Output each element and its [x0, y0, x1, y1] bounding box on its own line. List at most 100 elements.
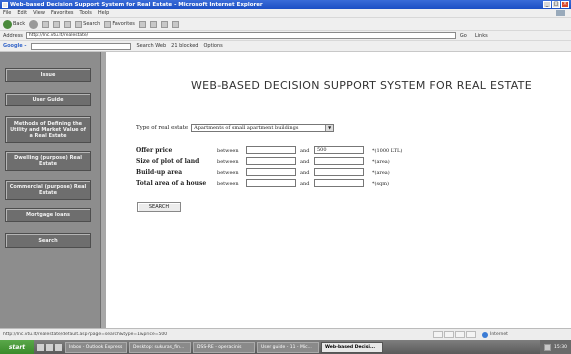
taskbar-task[interactable]: Desktop: sukuras_fin...	[129, 341, 191, 353]
favorites-button[interactable]: Favorites	[104, 20, 135, 28]
start-button[interactable]: start	[0, 340, 34, 354]
sidebar-item-methods[interactable]: Methods of Defining the Utility and Mark…	[5, 116, 91, 143]
google-search-input[interactable]	[31, 42, 132, 50]
search-label: Search	[83, 21, 101, 27]
criteria-label: Total area of a house	[136, 180, 207, 187]
tray-icon[interactable]	[544, 343, 552, 351]
taskbar-task[interactable]: Inbox - Outlook Express	[65, 341, 127, 353]
history-icon[interactable]	[138, 20, 146, 28]
plot-size-from-input[interactable]	[246, 157, 296, 165]
search-button[interactable]: Search	[75, 20, 101, 28]
type-select[interactable]: Apartments of small apartment buildings …	[191, 124, 335, 132]
menu-view[interactable]: View	[33, 10, 45, 16]
mail-icon[interactable]	[149, 20, 157, 28]
chevron-down-icon: ▼	[325, 125, 334, 131]
taskbar-task[interactable]: DSS-RE - operacinis	[193, 341, 255, 353]
type-label: Type of real estate	[136, 125, 189, 131]
sidebar-item-commercial[interactable]: Commercial (purpose) Real Estate	[5, 180, 91, 200]
menu-file[interactable]: File	[3, 10, 11, 16]
menu-tools[interactable]: Tools	[80, 10, 92, 16]
quick-launch-icon[interactable]	[46, 343, 53, 351]
search-form: Type of real estate Apartments of small …	[136, 124, 402, 212]
quick-launch-icon[interactable]	[37, 343, 44, 351]
taskbar: start Inbox - Outlook Express Desktop: s…	[0, 340, 571, 354]
status-cells	[433, 331, 476, 338]
refresh-icon[interactable]	[53, 20, 61, 28]
main-content: WEB-BASED DECISION SUPPORT SYSTEM FOR RE…	[106, 52, 571, 328]
address-label: Address	[3, 32, 23, 39]
type-row: Type of real estate Apartments of small …	[136, 124, 335, 132]
unit-label: *(area)	[372, 159, 390, 165]
status-cell	[455, 331, 465, 338]
go-button[interactable]: Go	[460, 33, 467, 39]
popups-blocked-button[interactable]: 21 blocked	[171, 43, 198, 49]
sidebar-item-search[interactable]: Search	[5, 233, 91, 248]
maximize-button[interactable]: □	[552, 1, 560, 8]
unit-label: *(area)	[372, 170, 390, 176]
and-label: and	[300, 159, 310, 165]
search-icon	[75, 20, 83, 28]
criteria-label: Offer price	[136, 147, 173, 154]
build-up-area-to-input[interactable]	[314, 168, 364, 176]
quick-launch-icon[interactable]	[55, 343, 62, 351]
links-button[interactable]: Links	[475, 33, 488, 39]
between-label: between	[217, 159, 239, 165]
and-label: and	[300, 148, 310, 154]
quick-launch	[37, 343, 62, 351]
sidebar-item-dwelling[interactable]: Dwelling (purpose) Real Estate	[5, 151, 91, 171]
status-cell	[444, 331, 454, 338]
forward-button[interactable]	[29, 19, 39, 29]
close-button[interactable]: ×	[561, 1, 569, 8]
print-icon[interactable]	[160, 20, 168, 28]
options-button[interactable]: Options	[203, 43, 222, 49]
menu-favorites[interactable]: Favorites	[51, 10, 74, 16]
and-label: and	[300, 170, 310, 176]
status-cell	[433, 331, 443, 338]
menu-edit[interactable]: Edit	[17, 10, 27, 16]
back-label: Back	[13, 21, 26, 27]
sidebar-item-issue[interactable]: Issue	[5, 68, 91, 82]
type-select-value: Apartments of small apartment buildings	[194, 125, 299, 131]
edit-icon[interactable]	[171, 20, 179, 28]
criteria-row-build-up-area: Build-up area between and *(area)	[136, 168, 436, 179]
back-button[interactable]: Back	[3, 19, 26, 29]
minimize-button[interactable]: _	[543, 1, 551, 8]
home-icon[interactable]	[64, 20, 72, 28]
total-area-to-input[interactable]	[314, 179, 364, 187]
plot-size-to-input[interactable]	[314, 157, 364, 165]
total-area-from-input[interactable]	[246, 179, 296, 187]
back-arrow-icon	[3, 19, 12, 29]
google-logo[interactable]: Google -	[3, 43, 26, 49]
between-label: between	[217, 181, 239, 187]
menu-help[interactable]: Help	[98, 10, 109, 16]
zone-indicator: Internet	[482, 331, 508, 338]
taskbar-task[interactable]: User guide - 11 - Mic...	[257, 341, 319, 353]
menu-bar: File Edit View Favorites Tools Help	[0, 9, 571, 18]
window-controls: _ □ ×	[543, 1, 571, 8]
status-bar: http://lnc.vtu.lt/realestate/default.asp…	[0, 328, 571, 340]
search-submit-button[interactable]: SEARCH	[137, 202, 181, 212]
address-input[interactable]: http://lnc.vtu.lt/realestate/	[25, 32, 456, 39]
status-cell	[466, 331, 476, 338]
offer-price-from-input[interactable]	[246, 146, 296, 154]
criteria-row-plot-size: Size of plot of land between and *(area)	[136, 157, 436, 168]
unit-label: *(1000 LTL)	[372, 148, 403, 154]
offer-price-to-input[interactable]: 500	[314, 146, 364, 154]
sidebar-item-user-guide[interactable]: User Guide	[5, 93, 91, 106]
criteria-row-total-area: Total area of a house between and *(sqm)	[136, 179, 436, 190]
build-up-area-from-input[interactable]	[246, 168, 296, 176]
criteria-label: Size of plot of land	[136, 158, 200, 165]
stop-icon[interactable]	[42, 20, 50, 28]
google-toolbar: Google - Search Web 21 blocked Options	[0, 41, 571, 52]
taskbar-task-active[interactable]: Web-based Decisi...	[321, 341, 383, 353]
between-label: between	[217, 148, 239, 154]
sidebar-item-mortgage[interactable]: Mortgage loans	[5, 208, 91, 222]
address-bar: Address http://lnc.vtu.lt/realestate/ Go…	[0, 31, 571, 41]
sidebar-nav: Issue User Guide Methods of Defining the…	[0, 52, 106, 328]
globe-icon	[482, 331, 488, 338]
ie-app-icon	[2, 1, 8, 8]
between-label: between	[217, 170, 239, 176]
favorites-label: Favorites	[112, 21, 135, 27]
search-web-button[interactable]: Search Web	[136, 43, 166, 49]
criteria-table: Offer price between and 500 *(1000 LTL) …	[136, 146, 436, 190]
